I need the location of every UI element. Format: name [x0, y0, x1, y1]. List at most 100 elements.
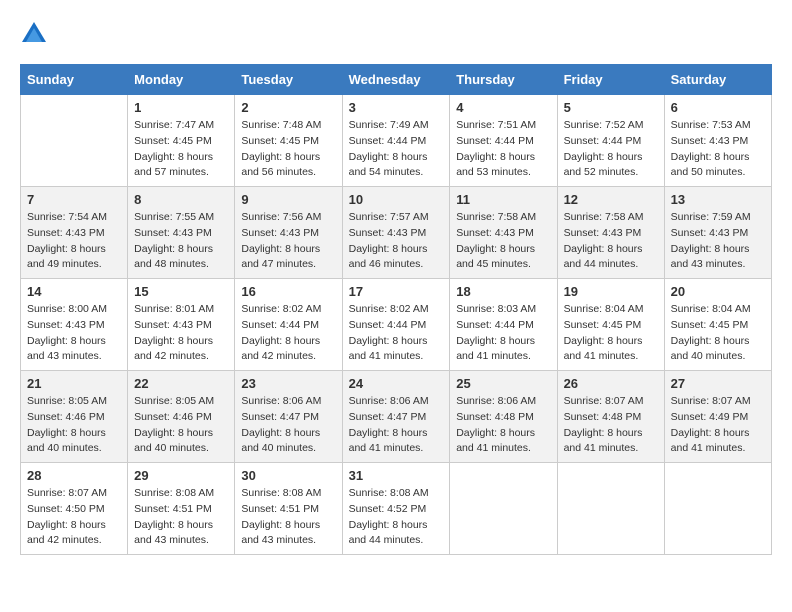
calendar-day-cell: 10 Sunrise: 7:57 AM Sunset: 4:43 PM Dayli…: [342, 187, 450, 279]
calendar-day-cell: [21, 95, 128, 187]
calendar-week-row: 1 Sunrise: 7:47 AM Sunset: 4:45 PM Daylig…: [21, 95, 772, 187]
day-number: 27: [671, 376, 765, 391]
day-info: Sunrise: 8:07 AM Sunset: 4:48 PM Dayligh…: [564, 394, 658, 457]
calendar-body: 1 Sunrise: 7:47 AM Sunset: 4:45 PM Daylig…: [21, 95, 772, 555]
day-number: 31: [349, 468, 444, 483]
calendar-week-row: 14 Sunrise: 8:00 AM Sunset: 4:43 PM Dayli…: [21, 279, 772, 371]
day-info: Sunrise: 7:47 AM Sunset: 4:45 PM Dayligh…: [134, 118, 228, 181]
calendar-day-cell: 30Sunrise: 8:08 AM Sunset: 4:51 PM Dayli…: [235, 463, 342, 555]
day-number: 15: [134, 284, 228, 299]
day-info: Sunrise: 8:07 AM Sunset: 4:50 PM Dayligh…: [27, 486, 121, 549]
day-info: Sunrise: 8:02 AM Sunset: 4:44 PM Dayligh…: [349, 302, 444, 365]
calendar-day-cell: 17Sunrise: 8:02 AM Sunset: 4:44 PM Dayli…: [342, 279, 450, 371]
weekday-header-row: SundayMondayTuesdayWednesdayThursdayFrid…: [21, 65, 772, 95]
day-info: Sunrise: 8:04 AM Sunset: 4:45 PM Dayligh…: [671, 302, 765, 365]
calendar-day-cell: 27 Sunrise: 8:07 AM Sunset: 4:49 PM Dayli…: [664, 371, 771, 463]
day-info: Sunrise: 7:57 AM Sunset: 4:43 PM Dayligh…: [349, 210, 444, 273]
day-number: 26: [564, 376, 658, 391]
weekday-header-cell: Monday: [128, 65, 235, 95]
calendar-week-row: 21 Sunrise: 8:05 AM Sunset: 4:46 PM Dayli…: [21, 371, 772, 463]
day-number: 28: [27, 468, 121, 483]
day-info: Sunrise: 7:48 AM Sunset: 4:45 PM Dayligh…: [241, 118, 335, 181]
calendar-day-cell: 26 Sunrise: 8:07 AM Sunset: 4:48 PM Dayli…: [557, 371, 664, 463]
day-number: 13: [671, 192, 765, 207]
day-info: Sunrise: 7:56 AM Sunset: 4:43 PM Dayligh…: [241, 210, 335, 273]
calendar-day-cell: 28 Sunrise: 8:07 AM Sunset: 4:50 PM Dayli…: [21, 463, 128, 555]
calendar-day-cell: 20 Sunrise: 8:04 AM Sunset: 4:45 PM Dayli…: [664, 279, 771, 371]
day-number: 10: [349, 192, 444, 207]
calendar-day-cell: [664, 463, 771, 555]
day-info: Sunrise: 8:05 AM Sunset: 4:46 PM Dayligh…: [134, 394, 228, 457]
day-number: 2: [241, 100, 335, 115]
day-info: Sunrise: 7:59 AM Sunset: 4:43 PM Dayligh…: [671, 210, 765, 273]
day-info: Sunrise: 8:01 AM Sunset: 4:43 PM Dayligh…: [134, 302, 228, 365]
day-number: 11: [456, 192, 550, 207]
day-info: Sunrise: 8:03 AM Sunset: 4:44 PM Dayligh…: [456, 302, 550, 365]
day-number: 25: [456, 376, 550, 391]
calendar-day-cell: 16 Sunrise: 8:02 AM Sunset: 4:44 PM Dayli…: [235, 279, 342, 371]
day-number: 12: [564, 192, 658, 207]
header: [20, 20, 772, 48]
calendar-day-cell: 14 Sunrise: 8:00 AM Sunset: 4:43 PM Dayli…: [21, 279, 128, 371]
day-number: 1: [134, 100, 228, 115]
calendar-day-cell: [557, 463, 664, 555]
calendar-day-cell: 23Sunrise: 8:06 AM Sunset: 4:47 PM Dayli…: [235, 371, 342, 463]
day-info: Sunrise: 7:58 AM Sunset: 4:43 PM Dayligh…: [456, 210, 550, 273]
day-number: 14: [27, 284, 121, 299]
weekday-header-cell: Sunday: [21, 65, 128, 95]
calendar-day-cell: 5 Sunrise: 7:52 AM Sunset: 4:44 PM Daylig…: [557, 95, 664, 187]
day-number: 22: [134, 376, 228, 391]
calendar-day-cell: 6 Sunrise: 7:53 AM Sunset: 4:43 PM Daylig…: [664, 95, 771, 187]
weekday-header-cell: Saturday: [664, 65, 771, 95]
weekday-header-cell: Tuesday: [235, 65, 342, 95]
calendar-day-cell: [450, 463, 557, 555]
calendar-day-cell: 4 Sunrise: 7:51 AM Sunset: 4:44 PM Daylig…: [450, 95, 557, 187]
day-info: Sunrise: 8:08 AM Sunset: 4:52 PM Dayligh…: [349, 486, 444, 549]
day-number: 5: [564, 100, 658, 115]
logo-icon: [20, 20, 48, 48]
day-number: 8: [134, 192, 228, 207]
day-info: Sunrise: 7:54 AM Sunset: 4:43 PM Dayligh…: [27, 210, 121, 273]
day-info: Sunrise: 7:49 AM Sunset: 4:44 PM Dayligh…: [349, 118, 444, 181]
calendar-day-cell: 1 Sunrise: 7:47 AM Sunset: 4:45 PM Daylig…: [128, 95, 235, 187]
calendar-day-cell: 31 Sunrise: 8:08 AM Sunset: 4:52 PM Dayli…: [342, 463, 450, 555]
calendar-day-cell: 13 Sunrise: 7:59 AM Sunset: 4:43 PM Dayli…: [664, 187, 771, 279]
day-info: Sunrise: 7:52 AM Sunset: 4:44 PM Dayligh…: [564, 118, 658, 181]
day-number: 16: [241, 284, 335, 299]
day-info: Sunrise: 8:06 AM Sunset: 4:48 PM Dayligh…: [456, 394, 550, 457]
day-info: Sunrise: 8:02 AM Sunset: 4:44 PM Dayligh…: [241, 302, 335, 365]
day-info: Sunrise: 8:05 AM Sunset: 4:46 PM Dayligh…: [27, 394, 121, 457]
calendar-day-cell: 7 Sunrise: 7:54 AM Sunset: 4:43 PM Daylig…: [21, 187, 128, 279]
calendar-day-cell: 12 Sunrise: 7:58 AM Sunset: 4:43 PM Dayli…: [557, 187, 664, 279]
day-number: 6: [671, 100, 765, 115]
day-number: 4: [456, 100, 550, 115]
calendar-day-cell: 25 Sunrise: 8:06 AM Sunset: 4:48 PM Dayli…: [450, 371, 557, 463]
calendar-day-cell: 21 Sunrise: 8:05 AM Sunset: 4:46 PM Dayli…: [21, 371, 128, 463]
day-number: 20: [671, 284, 765, 299]
logo: [20, 20, 50, 48]
calendar-week-row: 7 Sunrise: 7:54 AM Sunset: 4:43 PM Daylig…: [21, 187, 772, 279]
calendar-week-row: 28 Sunrise: 8:07 AM Sunset: 4:50 PM Dayli…: [21, 463, 772, 555]
day-number: 7: [27, 192, 121, 207]
day-info: Sunrise: 8:00 AM Sunset: 4:43 PM Dayligh…: [27, 302, 121, 365]
day-number: 29: [134, 468, 228, 483]
calendar: SundayMondayTuesdayWednesdayThursdayFrid…: [20, 64, 772, 555]
day-number: 18: [456, 284, 550, 299]
weekday-header-cell: Thursday: [450, 65, 557, 95]
calendar-day-cell: 9 Sunrise: 7:56 AM Sunset: 4:43 PM Daylig…: [235, 187, 342, 279]
calendar-day-cell: 11 Sunrise: 7:58 AM Sunset: 4:43 PM Dayli…: [450, 187, 557, 279]
day-number: 9: [241, 192, 335, 207]
day-number: 23: [241, 376, 335, 391]
calendar-day-cell: 18 Sunrise: 8:03 AM Sunset: 4:44 PM Dayli…: [450, 279, 557, 371]
day-info: Sunrise: 7:51 AM Sunset: 4:44 PM Dayligh…: [456, 118, 550, 181]
day-info: Sunrise: 8:07 AM Sunset: 4:49 PM Dayligh…: [671, 394, 765, 457]
day-number: 24: [349, 376, 444, 391]
day-info: Sunrise: 7:58 AM Sunset: 4:43 PM Dayligh…: [564, 210, 658, 273]
day-info: Sunrise: 7:55 AM Sunset: 4:43 PM Dayligh…: [134, 210, 228, 273]
day-number: 21: [27, 376, 121, 391]
day-info: Sunrise: 7:53 AM Sunset: 4:43 PM Dayligh…: [671, 118, 765, 181]
weekday-header-cell: Wednesday: [342, 65, 450, 95]
calendar-day-cell: 2 Sunrise: 7:48 AM Sunset: 4:45 PM Daylig…: [235, 95, 342, 187]
calendar-day-cell: 22 Sunrise: 8:05 AM Sunset: 4:46 PM Dayli…: [128, 371, 235, 463]
calendar-day-cell: 19Sunrise: 8:04 AM Sunset: 4:45 PM Dayli…: [557, 279, 664, 371]
